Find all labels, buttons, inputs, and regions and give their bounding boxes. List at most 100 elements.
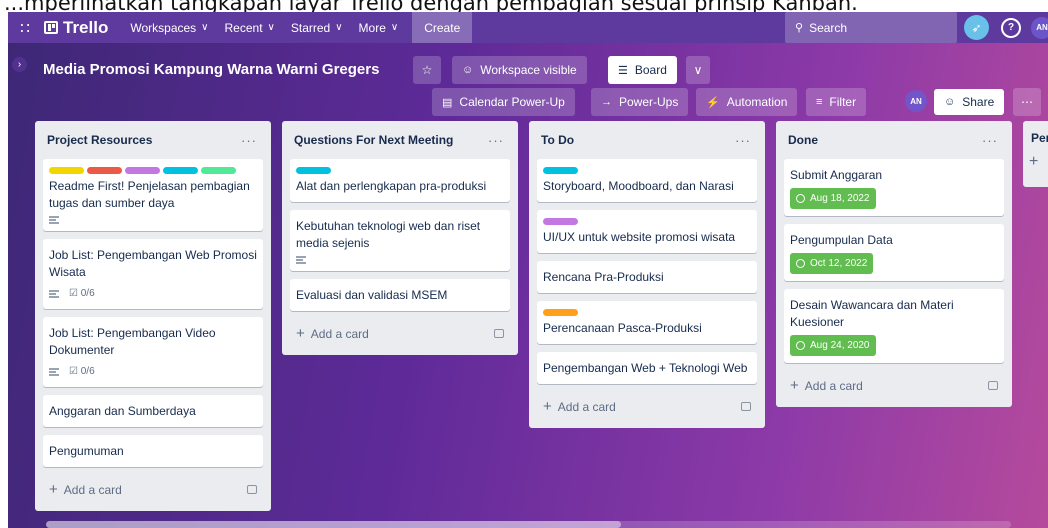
trello-logo[interactable]: Trello [42,12,122,43]
card-title: Job List: Pengembangan Video Dokumenter [49,326,216,357]
add-card-button[interactable]: + Add a card [537,392,757,420]
card[interactable]: Anggaran dan Sumberdaya [43,395,263,427]
more-menu[interactable]: More ∨ [351,12,407,43]
template-icon[interactable] [988,380,998,390]
card[interactable]: Alat dan perlengkapan pra-produksi [290,159,510,202]
card[interactable]: Pengumuman [43,435,263,467]
plus-icon: + [296,324,305,342]
template-icon[interactable] [741,401,751,411]
list-menu-icon[interactable]: ··· [488,133,504,148]
card-title: Anggaran dan Sumberdaya [49,404,196,418]
clock-icon [796,341,805,350]
add-card-button[interactable]: + Add a card [784,371,1004,399]
star-icon: ☆ [421,63,433,77]
starred-menu[interactable]: Starred ∨ [283,12,351,43]
list-title[interactable]: Per [1031,131,1048,145]
card[interactable]: Readme First! Penjelasan pembagian tugas… [43,159,263,231]
label-red[interactable] [87,167,122,174]
board-title[interactable]: Media Promosi Kampung Warna Warni Greger… [43,61,379,78]
due-date-badge[interactable]: Oct 12, 2022 [790,253,874,274]
calendar-powerup-button[interactable]: ▤ Calendar Power-Up [432,88,575,116]
card-title: Pengumpulan Data [790,233,893,247]
card[interactable]: UI/UX untuk website promosi wisata [537,210,757,253]
rocket-icon: → [601,96,612,108]
due-date-badge[interactable]: Aug 24, 2020 [790,335,876,356]
create-button[interactable]: Create [412,12,473,43]
card[interactable]: Submit Anggaran Aug 18, 2022 [784,159,1004,216]
plus-icon: + [543,397,552,415]
label-purple[interactable] [125,167,160,174]
apps-grid-icon[interactable]: ∷ [8,12,42,43]
plus-icon: + [49,480,58,498]
star-board-button[interactable]: ☆ [413,56,441,84]
board-icon: ☰ [618,64,628,77]
list-title[interactable]: Project Resources [47,133,152,147]
list-menu-icon[interactable]: ··· [241,133,257,148]
card[interactable]: Storyboard, Moodboard, dan Narasi [537,159,757,202]
board-view-button[interactable]: ☰ Board [608,56,677,84]
list-menu-icon[interactable]: ··· [982,133,998,148]
card[interactable]: Pengembangan Web + Teknologi Web [537,352,757,384]
add-card-button[interactable]: + Add a card [43,475,263,503]
visibility-button[interactable]: ☺ Workspace visible [452,56,587,84]
card[interactable]: Job List: Pengembangan Video Dokumenter … [43,317,263,387]
label-orange[interactable] [543,309,578,316]
list-header: Project Resources ··· [43,121,263,159]
more-label: More [358,20,386,35]
add-card-button[interactable]: + Add a card [290,319,510,347]
due-date: Aug 24, 2020 [810,340,870,351]
list-menu-icon[interactable]: ··· [735,133,751,148]
avatar[interactable]: AN [1031,16,1048,39]
card[interactable]: Kebutuhan teknologi web dan riset media … [290,210,510,271]
board-menu-button[interactable]: ⋯ [1013,88,1041,116]
filter-button[interactable]: ≡ Filter [806,88,867,116]
card-title: Alat dan perlengkapan pra-produksi [296,179,487,193]
filter-icon: ≡ [816,96,823,108]
card[interactable]: Rencana Pra-Produksi [537,261,757,293]
label-sky[interactable] [296,167,331,174]
template-icon[interactable] [494,328,504,338]
card[interactable]: Desain Wawancara dan Materi Kuesioner Au… [784,289,1004,363]
search-icon: ⚲ [795,22,804,34]
card-title: Submit Anggaran [790,168,883,182]
checklist-icon: ☑ [69,366,78,377]
card-badges: ☑ 0/6 [49,363,257,380]
card-title: UI/UX untuk website promosi wisata [543,230,736,244]
card-badges [49,216,257,224]
template-icon[interactable] [247,484,257,494]
add-card-label: Add a card [310,326,369,341]
more-dots-icon: ⋯ [1021,95,1033,109]
label-purple[interactable] [543,218,578,225]
label-sky[interactable] [163,167,198,174]
label-lime[interactable] [201,167,236,174]
view-switcher-button[interactable]: ∨ [686,56,710,84]
scrollbar-thumb[interactable] [46,521,621,528]
search-input[interactable]: ⚲ Search [785,12,957,43]
horizontal-scrollbar[interactable] [46,521,1011,528]
label-yellow[interactable] [49,167,84,174]
search-placeholder: Search [809,20,848,35]
list-title[interactable]: Questions For Next Meeting [294,133,453,147]
list-title[interactable]: To Do [541,133,574,147]
label-sky[interactable] [543,167,578,174]
plus-icon[interactable]: + [1029,153,1048,171]
add-card-label: Add a card [63,482,122,497]
due-date-badge[interactable]: Aug 18, 2022 [790,188,876,209]
share-button[interactable]: ☺ Share [934,89,1005,115]
list-title[interactable]: Done [788,133,818,147]
powerups-button[interactable]: → Power-Ups [591,88,689,116]
automation-button[interactable]: ⚡ Automation [696,88,798,116]
card[interactable]: Perencanaan Pasca-Produksi [537,301,757,344]
card[interactable]: Pengumpulan Data Oct 12, 2022 [784,224,1004,281]
card[interactable]: Evaluasi dan validasi MSEM [290,279,510,311]
rocket-icon[interactable]: ➶ [964,15,989,40]
chevron-down-icon: ∨ [693,63,703,77]
share-label: Share [962,95,995,109]
help-icon[interactable]: ? [1001,17,1021,38]
recent-menu[interactable]: Recent ∨ [217,12,283,43]
member-avatar[interactable]: AN [905,90,927,112]
chevron-down-icon: ∨ [390,22,399,33]
card[interactable]: Job List: Pengembangan Web Promosi Wisat… [43,239,263,309]
checklist-count: 0/6 [80,366,95,377]
workspaces-menu[interactable]: Workspaces ∨ [122,12,216,43]
